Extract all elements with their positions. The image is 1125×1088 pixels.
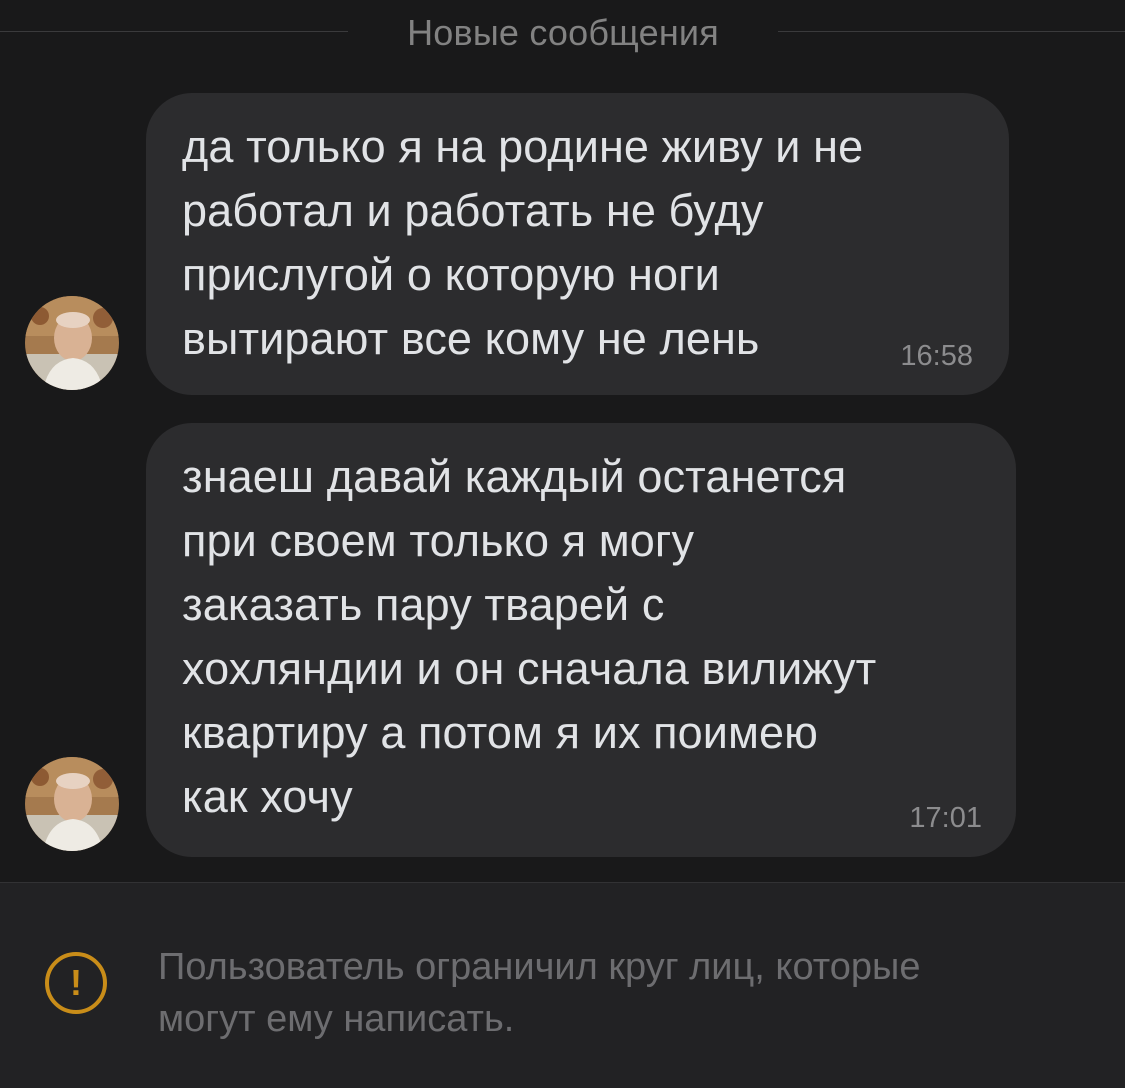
restriction-notice: Пользователь ограничил круг лиц, которые… [158, 946, 921, 1040]
divider-line-left [0, 31, 348, 32]
avatar-photo [25, 757, 119, 851]
new-messages-divider: Новые сообщения [0, 0, 1125, 64]
restricted-messaging-panel: ! Пользователь ограничил круг лиц, котор… [0, 882, 1125, 1088]
divider-line-right [778, 31, 1125, 32]
message-bubble[interactable]: знаеш давай каждый останется при своем т… [146, 423, 1016, 857]
exclamation-circle-icon: ! [45, 952, 107, 1014]
message-text: знаеш давай каждый останется при своем т… [182, 451, 877, 822]
sender-avatar[interactable] [25, 296, 119, 390]
message-text: да только я на родине живу и не работал … [182, 121, 864, 364]
message-time: 16:58 [900, 340, 973, 372]
avatar-photo [25, 296, 119, 390]
new-messages-label: Новые сообщения [407, 12, 719, 53]
sender-avatar[interactable] [25, 757, 119, 851]
message-time: 17:01 [909, 802, 982, 834]
message-bubble[interactable]: да только я на родине живу и не работал … [146, 93, 1009, 395]
